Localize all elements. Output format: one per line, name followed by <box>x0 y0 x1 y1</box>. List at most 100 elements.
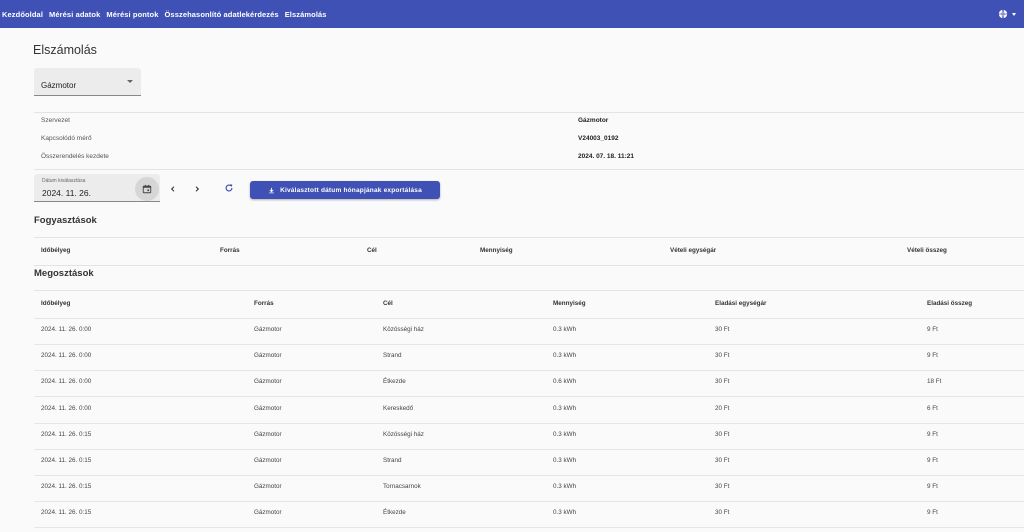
table-cell: 2024. 11. 26. 0:15 <box>41 509 92 517</box>
table-cell: Strand <box>383 352 402 360</box>
refresh-button[interactable] <box>221 180 237 196</box>
table-cell: Gázmotor <box>254 378 282 386</box>
table-cell: 2024. 11. 26. 0:00 <box>41 326 92 333</box>
chevron-right-icon <box>195 186 200 192</box>
divider <box>34 475 1024 476</box>
table-cell: 0.3 kWh <box>553 326 577 333</box>
table-cell: 0.3 kWh <box>553 404 577 412</box>
divider <box>34 237 1024 238</box>
table-cell: Közösségi ház <box>383 326 424 333</box>
column-header[interactable]: Cél <box>383 300 393 307</box>
previous-day-button[interactable] <box>165 181 181 197</box>
column-header[interactable]: Eladási összeg <box>927 300 972 307</box>
table-cell: 2024. 11. 26. 0:00 <box>41 352 92 360</box>
main-content: Elszámolás Gázmotor Szervezet Gázmotor K… <box>20 28 1024 532</box>
table-cell: 30 Ft <box>715 326 730 333</box>
column-header[interactable]: Forrás <box>254 300 274 307</box>
info-value: V24003_0192 <box>578 135 619 142</box>
info-label: Kapcsolódó mérő <box>41 135 92 142</box>
table-cell: 9 Ft <box>927 457 938 464</box>
date-field-label: Dátum kiválasztása <box>42 178 86 184</box>
nav-item-comparison-query[interactable]: Összehasonlító adatlekérdezés <box>165 10 279 19</box>
divider <box>34 265 1024 266</box>
table-cell: Közösségi ház <box>383 430 424 438</box>
table-cell: 30 Ft <box>715 352 730 360</box>
table-cell: 6 Ft <box>927 404 938 412</box>
table-cell: 9 Ft <box>927 483 938 491</box>
info-row-assignment-start: Összerendelés kezdete 2024. 07. 18. 11:2… <box>34 148 1024 166</box>
table-cell: 0.3 kWh <box>553 457 577 464</box>
table-cell: Gázmotor <box>254 404 282 412</box>
table-cell: 2024. 11. 26. 0:15 <box>41 457 92 464</box>
meter-select[interactable]: Gázmotor <box>34 68 141 96</box>
nav-item-measurement-data[interactable]: Mérési adatok <box>49 10 100 19</box>
table-cell: 0.3 kWh <box>553 483 577 491</box>
column-header[interactable]: Cél <box>367 247 377 254</box>
table-cell: Étkezde <box>383 509 406 517</box>
divider <box>34 422 1024 424</box>
calendar-icon <box>142 184 152 194</box>
info-row-meter: Kapcsolódó mérő V24003_0192 <box>34 130 1024 148</box>
dropdown-arrow-icon <box>127 80 133 83</box>
export-month-button[interactable]: Kiválasztott dátum hónapjának exportálás… <box>250 181 440 199</box>
main-nav: Kezdőoldal Mérési adatok Mérési pontok Ö… <box>0 0 333 28</box>
column-header[interactable]: Mennyiség <box>553 300 586 307</box>
column-header[interactable]: Eladási egységár <box>715 300 766 307</box>
meter-select-value: Gázmotor <box>41 81 77 90</box>
table-cell: 30 Ft <box>715 457 730 464</box>
table-cell: 30 Ft <box>715 509 730 517</box>
table-cell: 0.3 kWh <box>553 430 577 438</box>
table-cell: 9 Ft <box>927 326 938 333</box>
top-app-bar: Kezdőoldal Mérési adatok Mérési pontok Ö… <box>0 0 1024 28</box>
column-header[interactable]: Időbélyeg <box>41 300 70 307</box>
info-row-organization: Szervezet Gázmotor <box>34 112 1024 130</box>
refresh-icon <box>225 184 233 192</box>
divider <box>34 527 1024 529</box>
table-cell: Gázmotor <box>254 326 282 333</box>
divider <box>34 396 1024 398</box>
sharing-title: Megosztások <box>34 268 94 279</box>
table-cell: 2024. 11. 26. 0:15 <box>41 430 92 438</box>
table-cell: 30 Ft <box>715 378 730 386</box>
table-cell: Kereskedő <box>383 404 414 412</box>
table-cell: 20 Ft <box>715 404 730 412</box>
table-cell: Étkezde <box>383 378 406 386</box>
table-cell: 9 Ft <box>927 352 938 360</box>
chevron-down-icon <box>1012 12 1016 16</box>
table-cell: 0.3 kWh <box>553 352 577 360</box>
nav-item-measurement-points[interactable]: Mérési pontok <box>106 10 158 19</box>
column-header[interactable]: Vételi egységár <box>670 247 716 254</box>
table-cell: 30 Ft <box>715 430 730 438</box>
table-cell: Gázmotor <box>254 483 282 491</box>
table-cell: Tornacsarnok <box>383 483 421 491</box>
nav-item-billing[interactable]: Elszámolás <box>285 10 327 19</box>
table-cell: 18 Ft <box>927 378 942 386</box>
info-value: Gázmotor <box>578 117 609 124</box>
chevron-left-icon <box>170 186 175 192</box>
column-header[interactable]: Mennyiség <box>480 247 513 254</box>
date-field-value: 2024. 11. 26. <box>42 188 91 198</box>
table-cell: Gázmotor <box>254 352 282 360</box>
consumption-title: Fogyasztások <box>34 215 97 226</box>
calendar-button[interactable] <box>135 177 159 201</box>
column-header[interactable]: Forrás <box>220 247 240 254</box>
divider <box>34 169 1024 170</box>
column-header[interactable]: Időbélyeg <box>41 247 70 254</box>
divider <box>34 370 1024 372</box>
table-cell: 0.3 kWh <box>553 509 577 517</box>
divider <box>34 318 1024 319</box>
table-cell: 0.6 kWh <box>553 378 577 386</box>
language-menu-button[interactable] <box>998 0 1016 28</box>
column-header[interactable]: Vételi összeg <box>907 247 947 254</box>
table-cell: Gázmotor <box>254 509 282 517</box>
divider <box>34 501 1024 503</box>
table-cell: Strand <box>383 457 402 464</box>
nav-item-home[interactable]: Kezdőoldal <box>2 10 43 19</box>
table-cell: 2024. 11. 26. 0:15 <box>41 483 92 491</box>
globe-icon <box>998 9 1008 19</box>
table-cell: 9 Ft <box>927 430 938 438</box>
info-label: Szervezet <box>41 117 70 124</box>
next-day-button[interactable] <box>189 181 205 197</box>
table-cell: 2024. 11. 26. 0:00 <box>41 378 92 386</box>
table-cell: 2024. 11. 26. 0:00 <box>41 404 92 412</box>
